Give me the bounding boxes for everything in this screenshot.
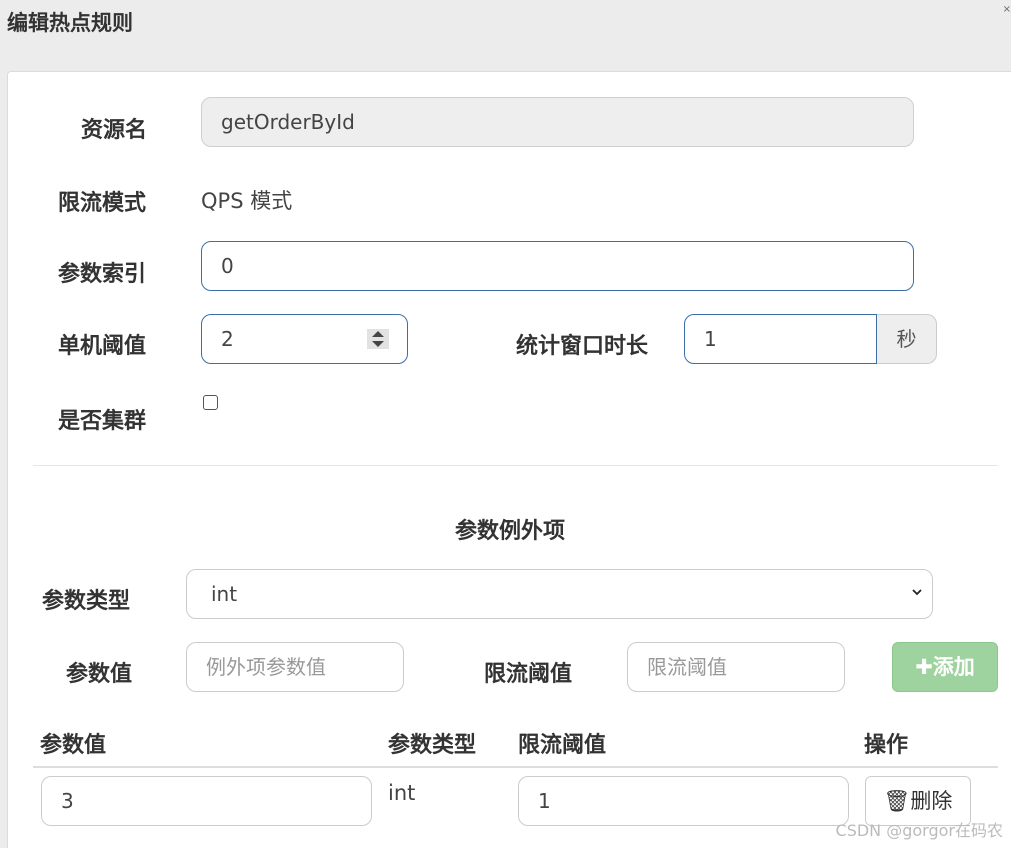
param-index-input[interactable]: 0 [201,241,914,291]
table-header-divider [33,766,998,768]
window-label: 统计窗口时长 [516,334,649,359]
param-type-label: 参数类型 [42,589,131,614]
dialog-title: 编辑热点规则 [7,11,133,35]
table-header-type: 参数类型 [388,733,477,758]
mode-value: QPS 模式 [201,189,293,213]
window-input[interactable]: 1 [684,314,877,364]
param-value-input[interactable]: 例外项参数值 [186,642,404,692]
row-type: int [388,781,416,805]
threshold-value: 2 [221,327,234,351]
param-index-label: 参数索引 [58,262,147,287]
row-limit-input[interactable]: 1 [518,776,849,826]
param-type-select[interactable]: int [186,569,933,619]
cluster-checkbox[interactable] [203,395,218,410]
mode-label: 限流模式 [58,191,147,216]
row-value-input[interactable]: 3 [41,776,372,826]
plus-icon: ✚ [915,655,933,679]
limit-input[interactable]: 限流阈值 [627,642,845,692]
exceptions-title: 参数例外项 [455,519,566,544]
chevron-down-icon [912,589,922,596]
resource-label: 资源名 [81,118,148,143]
table-header-action: 操作 [864,733,909,758]
stepper-icon[interactable] [367,329,389,349]
param-type-selected: int [211,582,238,606]
add-button[interactable]: ✚添加 [892,642,998,692]
window-unit: 秒 [877,314,937,364]
close-icon[interactable]: × [1003,4,1011,15]
threshold-label: 单机阈值 [58,334,147,359]
table-header-value: 参数值 [40,733,107,758]
threshold-input[interactable]: 2 [201,314,408,364]
cluster-label: 是否集群 [58,409,147,434]
trash-icon: 🗑 [883,789,911,813]
dialog-header: 编辑热点规则 × [0,0,1011,58]
watermark: CSDN @gorgor在码农 [835,821,1003,840]
limit-label: 限流阈值 [484,662,573,687]
param-value-label: 参数值 [66,662,133,687]
divider [33,465,998,466]
resource-input: getOrderById [201,97,914,147]
table-header-limit: 限流阈值 [518,733,607,758]
dialog-body: 资源名 getOrderById 限流模式 QPS 模式 参数索引 0 单机阈值… [7,71,1011,848]
